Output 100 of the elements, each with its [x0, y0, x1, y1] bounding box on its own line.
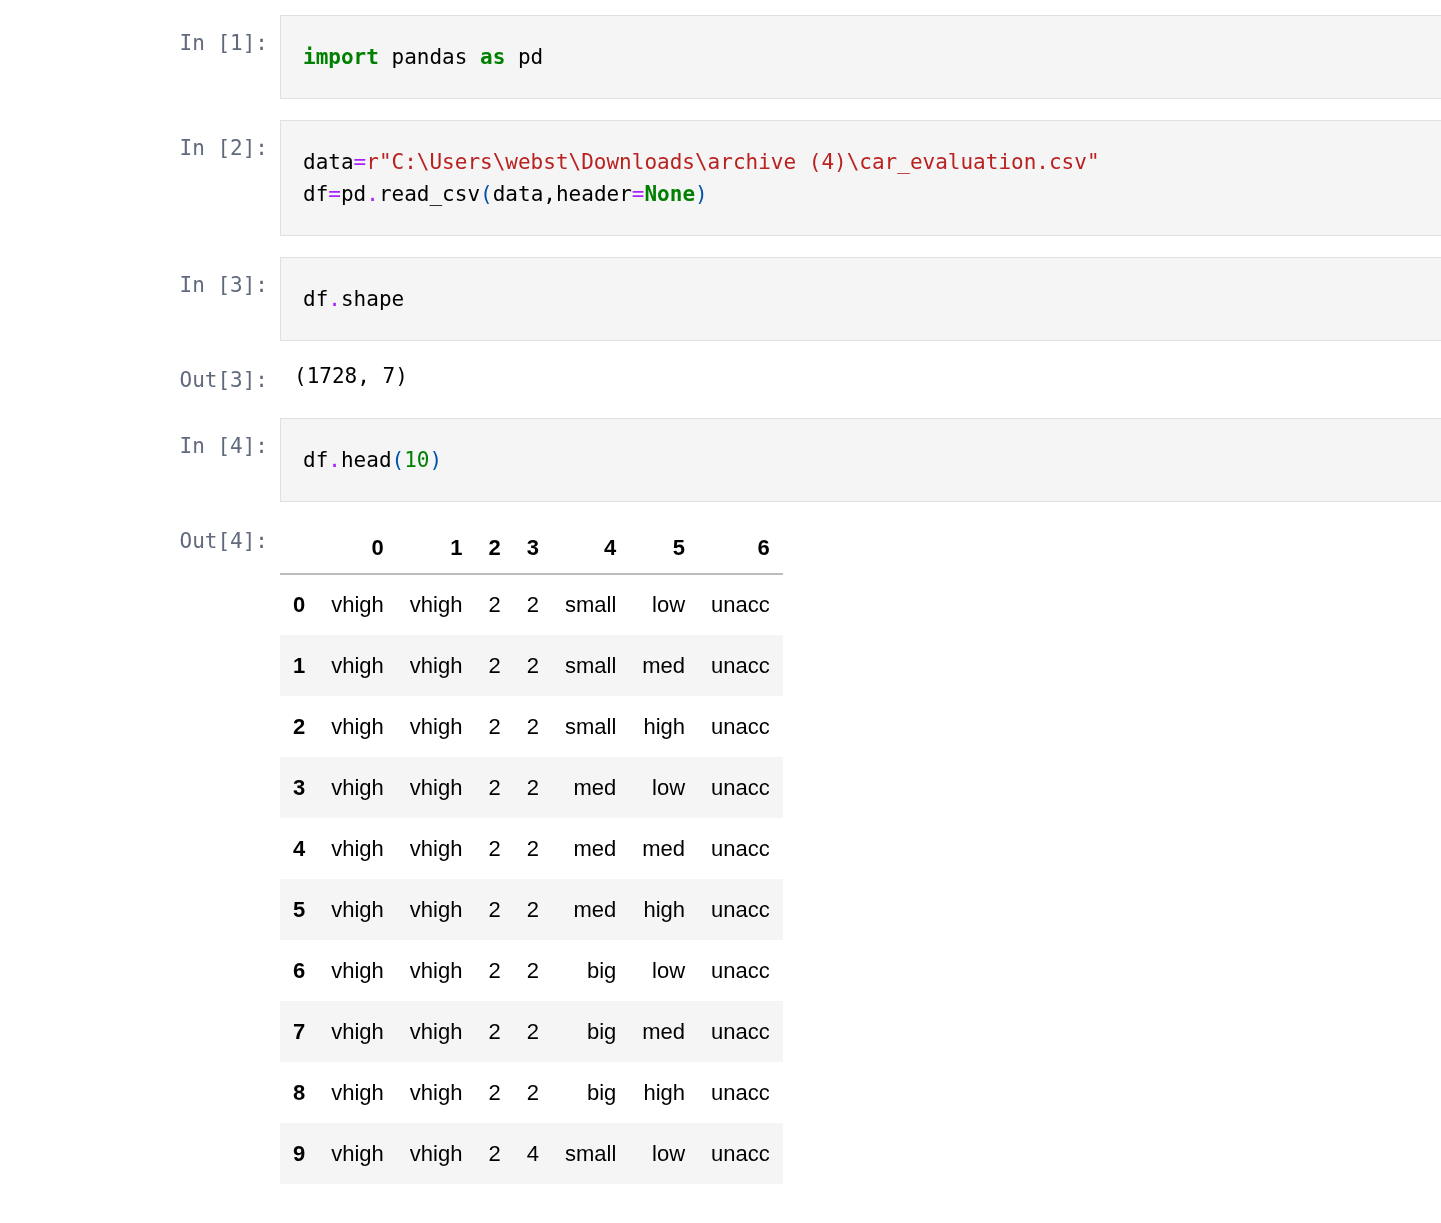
- table-cell: 2: [513, 878, 552, 940]
- table-cell: vhigh: [318, 817, 397, 879]
- table-cell: 2: [513, 1061, 552, 1123]
- table-cell: vhigh: [318, 878, 397, 940]
- cell-prompt: Out[4]:: [179, 527, 268, 555]
- table-cell: 4: [513, 1122, 552, 1184]
- code-cell[interactable]: df.head(10): [280, 417, 1441, 502]
- table-cell: 2: [513, 634, 552, 696]
- table-cell: 2: [513, 756, 552, 818]
- row-index: 7: [280, 1000, 319, 1062]
- table-cell: 2: [513, 1000, 552, 1062]
- row-index: 6: [280, 939, 319, 1001]
- row-index: 8: [280, 1061, 319, 1123]
- table-cell: 2: [475, 878, 514, 940]
- table-cell: vhigh: [318, 695, 397, 757]
- table-cell: big: [551, 939, 630, 1001]
- code-line: df.shape: [303, 286, 406, 313]
- column-header: 6: [698, 521, 783, 574]
- table-cell: vhigh: [396, 573, 476, 635]
- table-cell: 2: [475, 1122, 514, 1184]
- code-line: import pandas as pd: [303, 44, 545, 71]
- table-cell: high: [629, 1061, 699, 1123]
- code-line: data=r"C:\Users\webst\Downloads\archive (4)\car_evaluation.csv": [303, 149, 1101, 176]
- table-cell: vhigh: [396, 695, 476, 757]
- table-cell: 2: [475, 817, 514, 879]
- table-cell: big: [551, 1000, 630, 1062]
- table-cell: vhigh: [396, 878, 476, 940]
- table-cell: low: [629, 1122, 699, 1184]
- table-cell: vhigh: [396, 634, 476, 696]
- cell-prompt: In [2]:: [179, 135, 268, 162]
- row-index: 0: [280, 573, 319, 635]
- output-text: (1728, 7): [294, 364, 408, 388]
- table-cell: 2: [513, 939, 552, 1001]
- code-cell[interactable]: import pandas as pd: [280, 15, 1441, 99]
- table-cell: unacc: [698, 634, 783, 696]
- cell-prompt: Out[3]:: [179, 367, 268, 394]
- code-cell[interactable]: df.shape: [280, 257, 1441, 341]
- table-cell: vhigh: [318, 1000, 397, 1062]
- column-header: 4: [551, 521, 630, 574]
- table-cell: low: [629, 573, 699, 635]
- row-index: 5: [280, 878, 319, 940]
- table-cell: high: [629, 878, 699, 940]
- table-cell: 2: [475, 1000, 514, 1062]
- table-cell: unacc: [698, 1000, 783, 1062]
- table-cell: unacc: [698, 756, 783, 818]
- table-cell: vhigh: [318, 1122, 397, 1184]
- table-cell: high: [629, 695, 699, 757]
- cell-prompt: In [1]:: [179, 30, 268, 57]
- column-header: 5: [629, 521, 699, 574]
- row-index: 9: [280, 1122, 319, 1184]
- table-cell: med: [629, 1000, 699, 1062]
- code-cell[interactable]: data=r"C:\Users\webst\Downloads\archive (4)\car_evaluation.csv" df=pd.read_csv(data,header=None): [280, 120, 1441, 236]
- table-cell: 2: [475, 695, 514, 757]
- table-cell: vhigh: [318, 939, 397, 1001]
- table-cell: vhigh: [396, 939, 476, 1001]
- table-cell: low: [629, 756, 699, 818]
- row-index: 1: [280, 634, 319, 696]
- table-cell: 2: [475, 1061, 514, 1123]
- column-header: 3: [513, 521, 552, 574]
- table-cell: vhigh: [318, 573, 397, 635]
- code-line: df=pd.read_csv(data,header=None): [303, 181, 709, 208]
- table-cell: unacc: [698, 1122, 783, 1184]
- table-cell: vhigh: [396, 1061, 476, 1123]
- table-cell: low: [629, 939, 699, 1001]
- cell-prompt: In [3]:: [179, 272, 268, 299]
- table-cell: vhigh: [318, 1061, 397, 1123]
- table-cell: 2: [513, 695, 552, 757]
- table-cell: small: [551, 573, 630, 635]
- table-cell: med: [551, 756, 630, 818]
- table-cell: unacc: [698, 878, 783, 940]
- table-cell: unacc: [698, 573, 783, 635]
- table-cell: vhigh: [396, 756, 476, 818]
- table-cell: vhigh: [396, 1000, 476, 1062]
- table-cell: med: [551, 878, 630, 940]
- table-cell: 2: [475, 939, 514, 1001]
- row-index: 2: [280, 695, 319, 757]
- table-cell: unacc: [698, 939, 783, 1001]
- table-cell: unacc: [698, 1061, 783, 1123]
- table-cell: small: [551, 1122, 630, 1184]
- table-cell: vhigh: [396, 817, 476, 879]
- table-cell: 2: [475, 634, 514, 696]
- table-cell: med: [629, 817, 699, 879]
- column-header: 2: [475, 521, 514, 574]
- table-cell: unacc: [698, 817, 783, 879]
- table-cell: vhigh: [318, 634, 397, 696]
- table-cell: 2: [513, 817, 552, 879]
- table-cell: med: [629, 634, 699, 696]
- table-cell: vhigh: [318, 756, 397, 818]
- table-cell: small: [551, 634, 630, 696]
- table-cell: vhigh: [396, 1122, 476, 1184]
- table-cell: small: [551, 695, 630, 757]
- row-index: 4: [280, 817, 319, 879]
- table-cell: 2: [475, 573, 514, 635]
- row-index: 3: [280, 756, 319, 818]
- cell-prompt: In [4]:: [179, 432, 268, 460]
- table-cell: 2: [513, 573, 552, 635]
- table-cell: 2: [475, 756, 514, 818]
- column-header: 1: [396, 521, 476, 574]
- column-header: 0: [318, 521, 397, 574]
- table-cell: unacc: [698, 695, 783, 757]
